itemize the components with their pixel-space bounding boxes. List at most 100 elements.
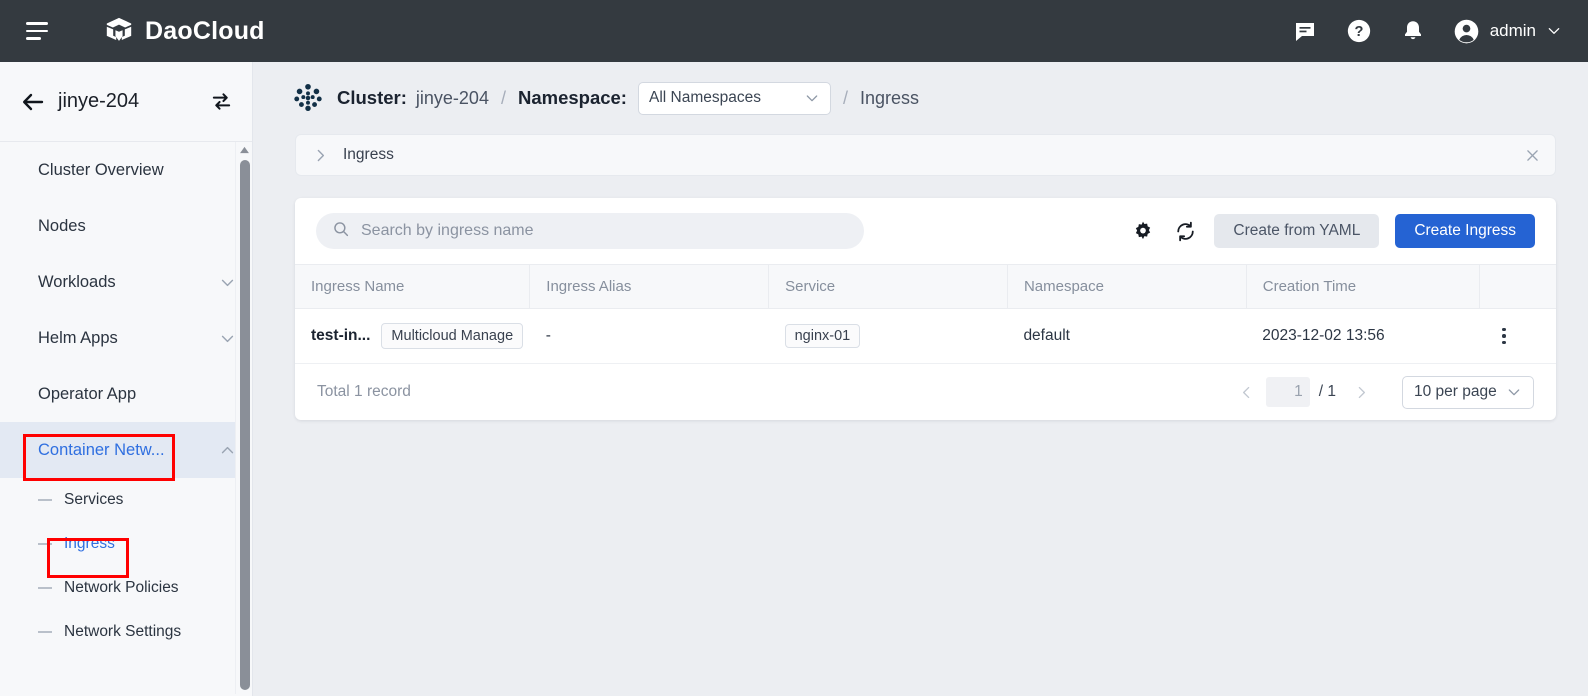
breadcrumb-cluster-label: Cluster: xyxy=(337,87,407,109)
column-header-ingress-alias[interactable]: Ingress Alias xyxy=(530,265,769,309)
cell-creation-time: 2023-12-02 13:56 xyxy=(1246,309,1479,364)
sidebar-item-label: Workloads xyxy=(38,273,116,292)
page-number-input[interactable]: 1 xyxy=(1266,377,1310,407)
cell-actions xyxy=(1479,309,1556,364)
sidebar-cluster-name: jinye-204 xyxy=(58,90,139,113)
sidebar-item-cluster-overview[interactable]: Cluster Overview xyxy=(0,142,252,198)
page-size-select[interactable]: 10 per page xyxy=(1402,376,1534,409)
sync-icon[interactable] xyxy=(208,89,234,115)
sidebar-subitem-label: Network Settings xyxy=(64,623,181,641)
daocloud-cube-icon xyxy=(104,16,134,46)
sidebar-item-workloads[interactable]: Workloads xyxy=(0,254,252,310)
sidebar-scrollbar[interactable] xyxy=(235,142,252,694)
sidebar-item-label: Operator App xyxy=(38,385,136,404)
column-header-service[interactable]: Service xyxy=(769,265,1008,309)
ingress-list-card: Create from YAML Create Ingress Ingress … xyxy=(295,198,1556,420)
chevron-right-icon[interactable] xyxy=(1346,377,1376,407)
page-total-label: / 1 xyxy=(1319,383,1336,401)
ingress-table: Ingress Name Ingress Alias Service Names… xyxy=(295,264,1556,364)
namespace-select-value: All Namespaces xyxy=(649,89,761,107)
page-size-value: 10 per page xyxy=(1414,383,1497,401)
gear-icon[interactable] xyxy=(1130,218,1156,244)
chevron-left-icon[interactable] xyxy=(1232,377,1262,407)
search-box[interactable] xyxy=(316,213,864,249)
sidebar-item-network-policies[interactable]: Network Policies xyxy=(0,566,252,610)
sidebar-item-nodes[interactable]: Nodes xyxy=(0,198,252,254)
avatar xyxy=(1453,18,1480,45)
sidebar-item-network-settings[interactable]: Network Settings xyxy=(0,610,252,654)
svg-text:?: ? xyxy=(1354,24,1363,40)
sidebar-item-label: Container Netw... xyxy=(38,441,165,460)
sidebar-subitem-label: Ingress xyxy=(64,535,115,553)
brand-name: DaoCloud xyxy=(145,17,265,46)
dash-icon xyxy=(38,631,52,633)
chevron-down-icon xyxy=(1546,23,1562,39)
sidebar-item-ingress[interactable]: Ingress xyxy=(0,522,252,566)
bell-icon[interactable] xyxy=(1399,17,1427,45)
cell-ingress-alias: - xyxy=(530,309,769,364)
breadcrumb-page: Ingress xyxy=(860,88,919,109)
sidebar-item-helm-apps[interactable]: Helm Apps xyxy=(0,310,252,366)
chevron-down-icon xyxy=(804,90,820,106)
arrow-left-icon[interactable] xyxy=(20,89,46,115)
chevron-up-icon xyxy=(219,442,236,459)
toolbar-actions: Create from YAML Create Ingress xyxy=(1130,214,1535,248)
sidebar-item-services[interactable]: Services xyxy=(0,478,252,522)
column-header-ingress-name[interactable]: Ingress Name xyxy=(295,265,530,309)
ingress-name-tag: Multicloud Manage xyxy=(381,323,523,349)
search-input[interactable] xyxy=(361,222,848,240)
namespace-select[interactable]: All Namespaces xyxy=(638,82,831,115)
pagination: 1 / 1 10 per page xyxy=(1232,376,1534,409)
create-ingress-button[interactable]: Create Ingress xyxy=(1395,214,1535,248)
total-records-label: Total 1 record xyxy=(317,383,411,401)
sidebar-subitem-label: Services xyxy=(64,491,123,509)
chevron-down-icon xyxy=(219,274,236,291)
table-header-row: Ingress Name Ingress Alias Service Names… xyxy=(295,265,1556,309)
create-from-yaml-button[interactable]: Create from YAML xyxy=(1214,214,1379,248)
sidebar-item-operator-app[interactable]: Operator App xyxy=(0,366,252,422)
table-footer: Total 1 record 1 / 1 10 per page xyxy=(295,364,1556,420)
refresh-icon[interactable] xyxy=(1172,218,1198,244)
table-row[interactable]: test-in... Multicloud Manage - nginx-01 … xyxy=(295,309,1556,364)
user-menu[interactable]: admin xyxy=(1453,18,1562,45)
close-icon[interactable] xyxy=(1524,147,1541,164)
cell-service: nginx-01 xyxy=(769,309,1008,364)
dash-icon xyxy=(38,587,52,589)
chevron-right-icon[interactable] xyxy=(312,147,329,164)
help-icon[interactable]: ? xyxy=(1345,17,1373,45)
kebab-menu-icon[interactable] xyxy=(1495,328,1513,345)
column-header-actions xyxy=(1479,265,1556,309)
sidebar-item-label: Helm Apps xyxy=(38,329,118,348)
dash-icon xyxy=(38,499,52,501)
ingress-name-link[interactable]: test-in... xyxy=(311,327,370,345)
brand-logo: DaoCloud xyxy=(104,16,265,46)
sidebar-menu: Cluster Overview Nodes Workloads Helm Ap… xyxy=(0,142,252,694)
breadcrumb-namespace-label: Namespace: xyxy=(518,87,627,109)
sidebar: jinye-204 Cluster Overview Nodes Workloa… xyxy=(0,62,253,696)
breadcrumb-separator-2: / xyxy=(843,88,848,109)
list-toolbar: Create from YAML Create Ingress xyxy=(295,198,1556,264)
main-content: Cluster: jinye-204 / Namespace: All Name… xyxy=(253,62,1588,696)
column-header-namespace[interactable]: Namespace xyxy=(1007,265,1246,309)
hamburger-icon[interactable] xyxy=(20,14,54,48)
tab-ingress[interactable]: Ingress xyxy=(343,146,394,164)
search-icon xyxy=(332,220,350,243)
cluster-dots-icon xyxy=(293,83,323,113)
topbar-actions: ? admin xyxy=(1291,17,1562,45)
cell-namespace: default xyxy=(1007,309,1246,364)
cell-ingress-name: test-in... Multicloud Manage xyxy=(295,309,530,364)
chat-icon[interactable] xyxy=(1291,17,1319,45)
scrollbar-thumb[interactable] xyxy=(240,160,250,690)
column-header-creation-time[interactable]: Creation Time xyxy=(1246,265,1479,309)
sidebar-item-container-network[interactable]: Container Netw... xyxy=(0,422,252,478)
breadcrumb-separator: / xyxy=(501,88,506,109)
sidebar-header: jinye-204 xyxy=(0,62,252,142)
scroll-up-arrow-icon[interactable] xyxy=(239,146,250,154)
user-name: admin xyxy=(1490,21,1536,41)
breadcrumb-cluster-value[interactable]: jinye-204 xyxy=(416,88,489,109)
service-tag[interactable]: nginx-01 xyxy=(785,324,861,348)
top-navigation-bar: DaoCloud ? admin xyxy=(0,0,1588,62)
chevron-down-icon xyxy=(1506,384,1522,400)
page-tab-bar: Ingress xyxy=(295,134,1556,176)
sidebar-item-label: Nodes xyxy=(38,217,86,236)
